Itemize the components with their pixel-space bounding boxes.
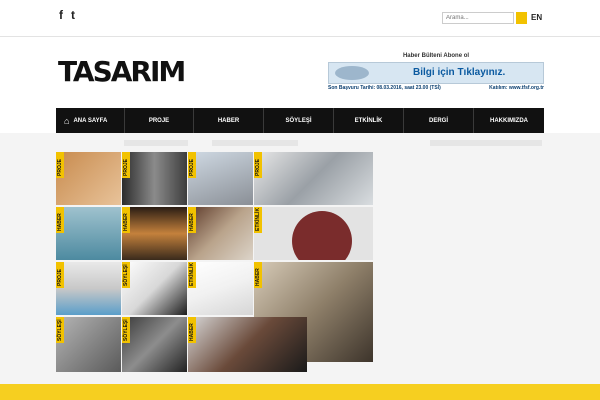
nav-haber[interactable]: HABER bbox=[194, 108, 264, 133]
event-circle bbox=[292, 211, 352, 260]
article-tile[interactable]: SÖYLEŞİ bbox=[122, 262, 187, 315]
search-input[interactable] bbox=[442, 12, 514, 24]
article-tile[interactable]: ETKİNLİK bbox=[254, 207, 373, 260]
category-tag: PROJE bbox=[56, 262, 64, 288]
strip-placeholder bbox=[430, 140, 542, 146]
article-tile[interactable]: PROJE bbox=[188, 152, 253, 205]
category-tag: SÖYLEŞİ bbox=[122, 317, 130, 343]
article-tile[interactable]: SÖYLEŞİ bbox=[122, 317, 187, 372]
article-tile[interactable]: ETKİNLİK bbox=[188, 262, 253, 315]
category-tag: HABER bbox=[188, 207, 196, 233]
ad-cta[interactable]: Bilgi için Tıklayınız. bbox=[413, 67, 505, 78]
ad-deadline: Son Başvuru Tarihi: 08.03.2016, saat 23.… bbox=[328, 85, 441, 91]
article-tile[interactable]: SÖYLEŞİ bbox=[56, 317, 121, 372]
strip-placeholder bbox=[124, 140, 188, 146]
category-tag: PROJE bbox=[122, 152, 130, 178]
ad-banner[interactable]: Bilgi için Tıklayınız. bbox=[328, 62, 544, 84]
article-tile[interactable]: PROJE bbox=[56, 152, 121, 205]
category-tag: HABER bbox=[254, 262, 262, 288]
nav-label: ANA SAYFA bbox=[73, 117, 108, 124]
article-tile[interactable]: PROJE bbox=[122, 152, 187, 205]
category-tag: HABER bbox=[122, 207, 130, 233]
category-tag: PROJE bbox=[188, 152, 196, 178]
category-tag: PROJE bbox=[56, 152, 64, 178]
nav-label: HABER bbox=[217, 117, 240, 124]
nav-proje[interactable]: PROJE bbox=[125, 108, 194, 133]
category-tag: ETKİNLİK bbox=[188, 262, 196, 288]
ad-footer: Son Başvuru Tarihi: 08.03.2016, saat 23.… bbox=[328, 85, 544, 91]
article-tile[interactable]: HABER bbox=[56, 207, 121, 260]
category-tag: HABER bbox=[188, 317, 196, 343]
article-tile[interactable]: HABER bbox=[188, 317, 307, 372]
nav-label: PROJE bbox=[148, 117, 170, 124]
category-tag: HABER bbox=[56, 207, 64, 233]
category-tag: PROJE bbox=[254, 152, 262, 178]
article-tile[interactable]: HABER bbox=[188, 207, 253, 260]
main-nav: ⌂ ANA SAYFA PROJE HABER SÖYLEŞİ ETKİNLİK… bbox=[56, 108, 544, 133]
twitter-icon[interactable]: t bbox=[71, 8, 75, 22]
ad-title: Haber Bülteni Abone ol bbox=[402, 53, 470, 59]
site-logo[interactable]: TASARIM bbox=[58, 55, 186, 88]
nav-hakkimizda[interactable]: HAKKIMIZDA bbox=[474, 108, 544, 133]
category-tag: SÖYLEŞİ bbox=[122, 262, 130, 288]
article-tile[interactable]: PROJE bbox=[254, 152, 373, 205]
nav-etkinlik[interactable]: ETKİNLİK bbox=[334, 108, 404, 133]
nav-label: ETKİNLİK bbox=[354, 117, 383, 124]
category-tag: ETKİNLİK bbox=[254, 207, 262, 233]
search-button[interactable] bbox=[516, 12, 527, 24]
category-tag: SÖYLEŞİ bbox=[56, 317, 64, 343]
nav-dergi[interactable]: DERGİ bbox=[404, 108, 474, 133]
nav-label: HAKKIMIZDA bbox=[490, 117, 528, 124]
nav-home[interactable]: ⌂ ANA SAYFA bbox=[56, 108, 125, 133]
nav-label: SÖYLEŞİ bbox=[285, 117, 312, 124]
home-icon: ⌂ bbox=[64, 115, 70, 126]
facebook-icon[interactable]: f bbox=[59, 8, 63, 22]
strip-placeholder bbox=[212, 140, 298, 146]
article-tile[interactable]: PROJE bbox=[56, 262, 121, 315]
top-bar: f t EN bbox=[0, 0, 600, 37]
footer-bar bbox=[0, 384, 600, 400]
article-tile[interactable]: HABER bbox=[122, 207, 187, 260]
nav-soylesi[interactable]: SÖYLEŞİ bbox=[264, 108, 334, 133]
ad-contact: Katılım: www.tfsf.org.tr bbox=[489, 85, 544, 91]
language-switch[interactable]: EN bbox=[531, 13, 542, 22]
ad-logo bbox=[335, 66, 369, 80]
nav-label: DERGİ bbox=[428, 117, 448, 124]
